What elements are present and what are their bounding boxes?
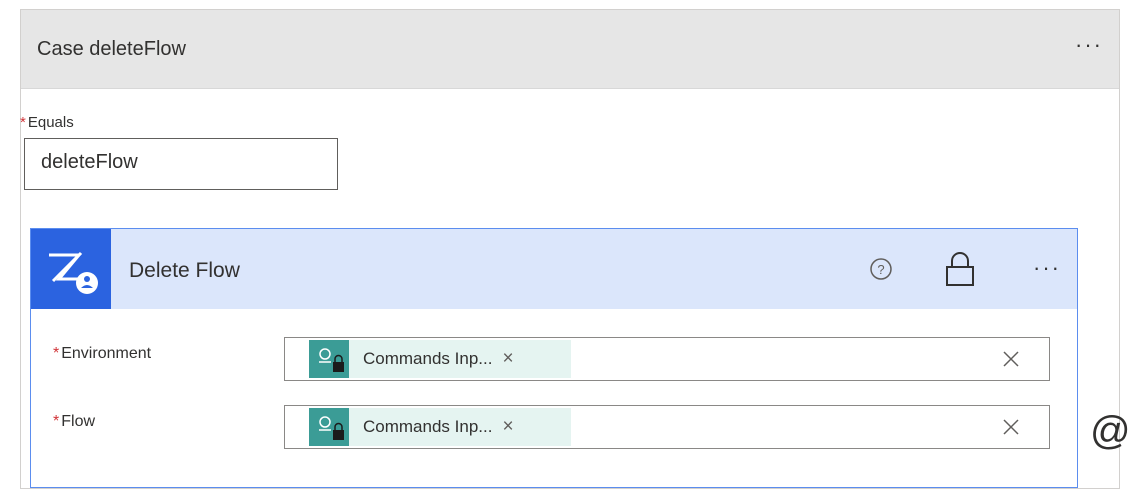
svg-text:?: ? xyxy=(877,262,884,277)
dynamic-content-token[interactable]: Commands Inp... × xyxy=(309,408,571,446)
clear-icon[interactable] xyxy=(997,413,1025,441)
environment-field[interactable]: Commands Inp... × xyxy=(284,337,1050,381)
equals-label-text: Equals xyxy=(27,114,74,131)
flow-label: * Flow xyxy=(53,413,95,431)
token-label: Commands Inp... xyxy=(363,417,493,436)
case-title: Case deleteFlow xyxy=(37,38,186,60)
delete-flow-action-card: Delete Flow ? ··· * Environment Commands … xyxy=(30,228,1078,488)
required-marker: * xyxy=(53,345,60,362)
environment-label-text: Environment xyxy=(61,345,152,362)
equals-label: * Equals xyxy=(20,114,74,131)
flow-field[interactable]: Commands Inp... × xyxy=(284,405,1050,449)
required-marker: * xyxy=(20,114,26,131)
action-more-options-icon[interactable]: ··· xyxy=(1033,257,1061,279)
flow-label-text: Flow xyxy=(61,413,96,430)
help-icon[interactable]: ? xyxy=(869,257,893,281)
action-header[interactable]: Delete Flow ? ··· xyxy=(31,229,1077,309)
action-title: Delete Flow xyxy=(129,259,240,282)
required-marker: * xyxy=(53,413,60,430)
dynamic-content-token[interactable]: Commands Inp... × xyxy=(309,340,571,378)
case-header[interactable]: Case deleteFlow ··· xyxy=(21,10,1119,89)
environment-label: * Environment xyxy=(53,345,151,363)
power-automate-management-icon xyxy=(31,229,111,309)
token-icon xyxy=(309,340,349,378)
token-label: Commands Inp... xyxy=(363,349,493,368)
token-remove-icon[interactable]: × xyxy=(502,416,513,438)
case-more-options-icon[interactable]: ··· xyxy=(1075,34,1103,56)
token-remove-icon[interactable]: × xyxy=(502,348,513,370)
clear-icon[interactable] xyxy=(997,345,1025,373)
lock-icon[interactable] xyxy=(943,251,977,287)
at-sign-text: @ xyxy=(1090,409,1130,453)
token-icon xyxy=(309,408,349,446)
equals-input[interactable]: deleteFlow xyxy=(24,138,338,190)
